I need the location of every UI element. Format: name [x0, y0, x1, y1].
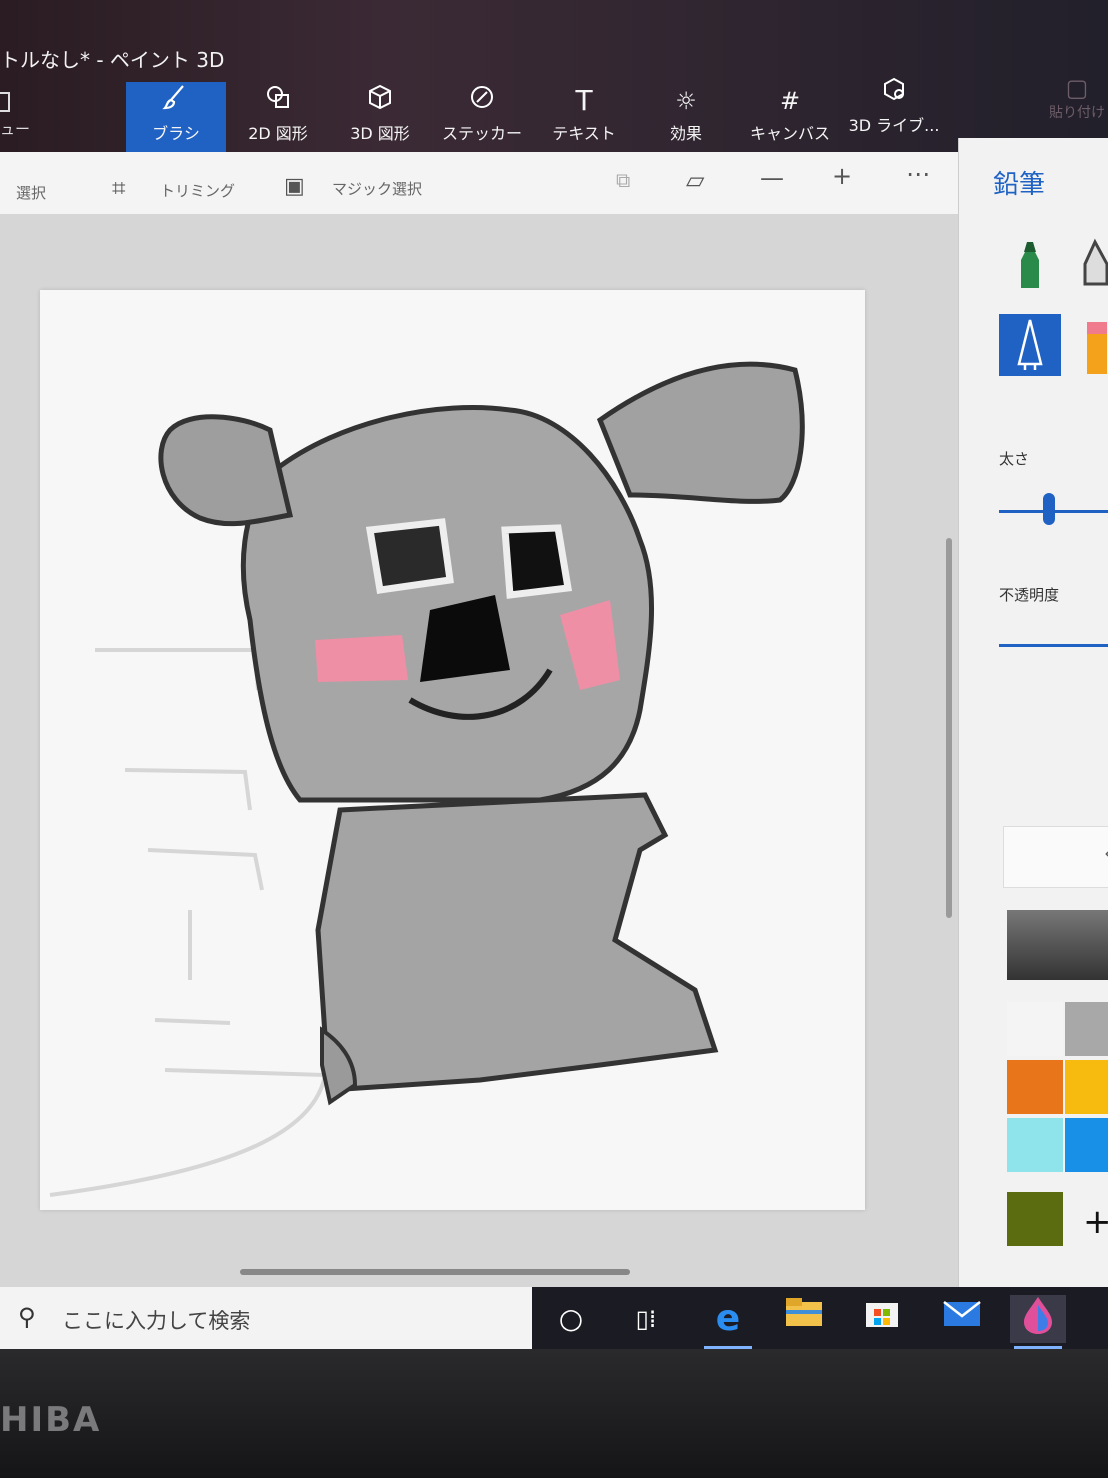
- horizontal-scrollbar[interactable]: [240, 1269, 630, 1275]
- ribbon: トルなし* - ペイント 3D ュー ブラシ 2D 図形 3D 図形 ステッカー…: [0, 0, 1108, 152]
- add-color-button[interactable]: +: [1083, 1202, 1108, 1242]
- copy-icon[interactable]: ⧉: [616, 168, 630, 192]
- ribbon-brushes-button[interactable]: ブラシ: [126, 82, 226, 152]
- 2d-shapes-icon: [228, 82, 328, 120]
- ribbon-text-button[interactable]: T テキスト: [534, 82, 634, 152]
- selected-color-preview: [1007, 910, 1108, 980]
- menu-button-label[interactable]: ュー: [0, 118, 30, 139]
- ribbon-2d-shapes-button[interactable]: 2D 図形: [228, 82, 328, 152]
- edge-icon[interactable]: e: [700, 1295, 756, 1349]
- brush-icon: [126, 82, 226, 120]
- pencil-icon: [1017, 319, 1043, 370]
- ribbon-effects-button[interactable]: ☼ 効果: [636, 82, 736, 152]
- color-swatch-blue[interactable]: [1065, 1118, 1108, 1172]
- ribbon-text-label: テキスト: [552, 124, 616, 143]
- ribbon-3d-shapes-button[interactable]: 3D 図形: [330, 82, 430, 152]
- stickers-icon: [432, 82, 532, 120]
- marker-icon: [1021, 242, 1039, 288]
- taskbar: ⚲ ここに入力して検索 ○ ▯⁞ e: [0, 1287, 1108, 1349]
- opacity-label: 不透明度: [999, 586, 1060, 604]
- more-options-icon[interactable]: ⋯: [906, 160, 930, 188]
- file-explorer-icon[interactable]: [776, 1295, 832, 1343]
- color-picker-toggle[interactable]: ‹: [1003, 826, 1108, 888]
- ribbon-stickers-button[interactable]: ステッカー: [432, 82, 532, 152]
- paste-icon: ▢: [1065, 74, 1089, 102]
- ribbon-3d-library-label: 3D ライブ...: [848, 116, 940, 135]
- mail-icon[interactable]: [934, 1295, 990, 1343]
- thickness-slider-thumb[interactable]: [1042, 493, 1055, 525]
- opacity-slider-track[interactable]: [999, 644, 1108, 647]
- canvas-icon: #: [779, 87, 801, 115]
- 3d-shapes-icon: [330, 82, 430, 120]
- ribbon-3d-library-button[interactable]: 3D ライブ...: [844, 74, 944, 144]
- color-swatch-olive[interactable]: [1007, 1192, 1063, 1246]
- crop-button[interactable]: トリミング: [160, 180, 235, 201]
- chevron-left-icon: ‹: [1104, 841, 1108, 865]
- ribbon-stickers-label: ステッカー: [441, 124, 522, 143]
- color-swatch-orange[interactable]: [1007, 1060, 1063, 1114]
- toolbar: 選択 ⌗ トリミング ▣ マジック選択 ⧉ ▱ — + ⋯: [0, 152, 958, 215]
- crop-icon: ⌗: [112, 174, 126, 202]
- ribbon-canvas-label: キャンバス: [749, 124, 830, 143]
- laptop-bezel: [0, 1349, 1108, 1478]
- screen: トルなし* - ペイント 3D ュー ブラシ 2D 図形 3D 図形 ステッカー…: [0, 0, 1108, 1360]
- paste-label: 貼り付け: [1049, 105, 1105, 121]
- ribbon-2d-shapes-label: 2D 図形: [248, 124, 308, 143]
- pencil-tool[interactable]: [999, 314, 1061, 376]
- menu-icon[interactable]: [0, 92, 10, 112]
- vertical-scrollbar[interactable]: [946, 538, 952, 918]
- crayon-tool[interactable]: [1077, 314, 1108, 376]
- zoom-out-icon[interactable]: —: [760, 164, 784, 192]
- flag-icon[interactable]: ▱: [686, 166, 704, 194]
- calligraphy-pen-icon: [1083, 238, 1108, 286]
- text-icon: T: [575, 84, 593, 117]
- magic-select-button[interactable]: マジック選択: [332, 178, 422, 199]
- laptop-brand-logo: HIBA: [0, 1400, 102, 1440]
- color-swatch-gray[interactable]: [1065, 1002, 1108, 1056]
- crayon-icon: [1087, 322, 1107, 374]
- store-icon[interactable]: [854, 1295, 910, 1343]
- koala-drawing: [49, 361, 805, 1197]
- effects-icon: ☼: [675, 87, 697, 115]
- search-icon: ⚲: [18, 1303, 36, 1331]
- task-view-icon[interactable]: ▯⁞: [618, 1295, 674, 1343]
- paste-button[interactable]: ▢ 貼り付け: [1046, 74, 1108, 144]
- brush-panel: 鉛筆 太さ 不透明度 ‹ +: [958, 138, 1108, 1287]
- calligraphy-pen-tool[interactable]: [1077, 234, 1108, 296]
- magic-select-icon: ▣: [284, 174, 305, 199]
- search-placeholder: ここに入力して検索: [62, 1309, 251, 1333]
- paint3d-icon[interactable]: [1010, 1295, 1066, 1349]
- color-swatch-white[interactable]: [1007, 1002, 1063, 1056]
- ribbon-3d-shapes-label: 3D 図形: [350, 124, 410, 143]
- ribbon-effects-label: 効果: [669, 124, 702, 143]
- ribbon-brushes-label: ブラシ: [152, 124, 200, 143]
- color-swatch-yellow[interactable]: [1065, 1060, 1108, 1114]
- 3d-library-icon: [844, 74, 944, 112]
- ribbon-canvas-button[interactable]: # キャンバス: [740, 82, 840, 152]
- thickness-label: 太さ: [999, 450, 1030, 468]
- drawing-canvas[interactable]: [40, 290, 865, 1210]
- select-button[interactable]: 選択: [16, 182, 46, 203]
- canvas-workspace: [0, 215, 958, 1287]
- color-swatch-cyan[interactable]: [1007, 1118, 1063, 1172]
- panel-title: 鉛筆: [993, 170, 1046, 200]
- zoom-in-icon[interactable]: +: [832, 162, 852, 190]
- window-title: トルなし* - ペイント 3D: [0, 48, 225, 72]
- taskbar-search-box[interactable]: ⚲ ここに入力して検索: [0, 1287, 532, 1349]
- marker-tool[interactable]: [999, 234, 1061, 296]
- cortana-icon[interactable]: ○: [543, 1295, 599, 1343]
